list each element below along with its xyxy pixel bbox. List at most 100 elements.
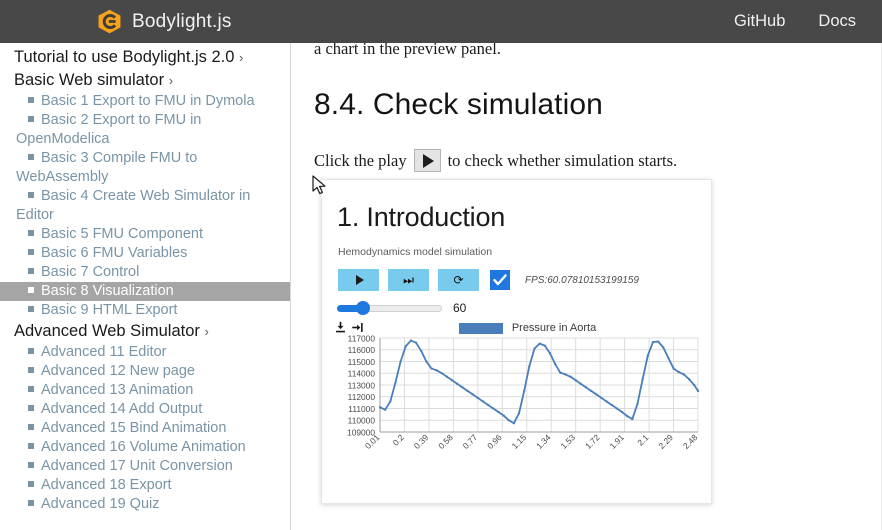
sidebar-item-label: Basic 3 Compile FMU to WebAssembly xyxy=(16,150,198,185)
refresh-icon: ⟳ xyxy=(453,273,464,287)
header-nav: GitHub Docs xyxy=(734,12,856,31)
svg-text:117000: 117000 xyxy=(348,334,376,343)
page-title: 8.4. Check simulation xyxy=(314,88,603,121)
sidebar-item-advanced-14[interactable]: Advanced 14 Add Output xyxy=(0,400,290,419)
play-button[interactable] xyxy=(338,269,379,291)
svg-text:113000: 113000 xyxy=(348,380,376,390)
fps-readout: FPS:60.07810153199159 xyxy=(525,274,639,286)
svg-text:0.58: 0.58 xyxy=(436,432,455,451)
svg-text:112000: 112000 xyxy=(348,392,376,402)
sidebar-item-advanced-17[interactable]: Advanced 17 Unit Conversion xyxy=(0,457,290,476)
brand-name: Bodylight.js xyxy=(132,10,232,32)
bullet-icon xyxy=(28,268,34,274)
sidebar-caption-label: Basic Web simulator xyxy=(14,71,165,89)
svg-text:111000: 111000 xyxy=(348,404,375,414)
sidebar-item-label: Advanced 13 Animation xyxy=(41,382,194,398)
sidebar-caption-basic[interactable]: Basic Web simulator › xyxy=(0,69,290,92)
nav-link-docs[interactable]: Docs xyxy=(818,12,856,31)
step-forward-icon: ⏭ xyxy=(403,273,414,287)
sidebar-item-label: Basic 4 Create Web Simulator in Editor xyxy=(16,188,251,223)
step-button[interactable]: ⏭ xyxy=(388,269,429,291)
sidebar-item-basic-1[interactable]: Basic 1 Export to FMU in Dymola xyxy=(0,92,290,111)
chart-plot: 109000 110000 111000 112000 113000 114000 1150… xyxy=(322,334,711,469)
mouse-pointer xyxy=(312,175,326,195)
reset-button[interactable]: ⟳ xyxy=(438,269,479,291)
svg-text:0.2: 0.2 xyxy=(391,432,407,448)
chevron-right-icon: › xyxy=(204,324,209,339)
instruction-suffix: to check whether simulation starts. xyxy=(447,150,678,170)
sidebar-item-advanced-16[interactable]: Advanced 16 Volume Animation xyxy=(0,438,290,457)
sidebar-item-label: Advanced 12 New page xyxy=(41,363,195,379)
sidebar-item-advanced-19[interactable]: Advanced 19 Quiz xyxy=(0,495,290,514)
bullet-icon xyxy=(28,500,34,506)
sidebar-caption-advanced[interactable]: Advanced Web Simulator › xyxy=(0,320,290,343)
sidebar-nav[interactable]: Tutorial to use Bodylight.js 2.0 › Basic… xyxy=(0,43,291,530)
speed-slider[interactable] xyxy=(337,301,442,315)
page-root: Bodylight.js GitHub Docs Tutorial to use… xyxy=(0,0,882,530)
sidebar-caption-tutorial[interactable]: Tutorial to use Bodylight.js 2.0 › xyxy=(0,46,290,69)
sidebar-item-label: Advanced 18 Export xyxy=(41,477,172,493)
svg-text:0.77: 0.77 xyxy=(461,432,480,451)
chart-legend: Pressure in Aorta xyxy=(322,322,711,334)
sidebar-item-basic-6[interactable]: Basic 6 FMU Variables xyxy=(0,244,290,263)
sidebar-item-label: Advanced 15 Bind Animation xyxy=(41,420,227,436)
truncated-paragraph: a chart in the preview panel. xyxy=(314,43,501,58)
sidebar-item-label: Advanced 11 Editor xyxy=(41,344,167,360)
fps-checkbox[interactable] xyxy=(490,270,510,290)
sidebar-item-advanced-11[interactable]: Advanced 11 Editor xyxy=(0,343,290,362)
sidebar-item-basic-4[interactable]: Basic 4 Create Web Simulator in Editor xyxy=(0,187,290,225)
main-content: a chart in the preview panel. 8.4. Check… xyxy=(292,43,882,530)
sidebar-item-basic-9[interactable]: Basic 9 HTML Export xyxy=(0,301,290,320)
line-chart-svg: 1090001100001110001120001130001140001150… xyxy=(347,334,700,451)
sidebar-item-label: Advanced 19 Quiz xyxy=(41,496,160,512)
sidebar-item-basic-3[interactable]: Basic 3 Compile FMU to WebAssembly xyxy=(0,149,290,187)
checkmark-icon xyxy=(493,274,507,286)
simulator-controls: ⏭ ⟳ FPS:60.07810153199159 xyxy=(322,258,711,291)
svg-text:1.72: 1.72 xyxy=(583,432,602,451)
bullet-icon xyxy=(28,348,34,354)
legend-swatch xyxy=(458,322,503,334)
svg-text:0.39: 0.39 xyxy=(412,432,431,451)
bullet-icon xyxy=(28,462,34,468)
sidebar-item-basic-7[interactable]: Basic 7 Control xyxy=(0,263,290,282)
simulator-preview-card: 1. Introduction Hemodynamics model simul… xyxy=(321,179,712,504)
instruction-paragraph: Click the play to check whether simulati… xyxy=(292,149,882,172)
speed-slider-row: 60 xyxy=(322,291,711,315)
nav-link-github[interactable]: GitHub xyxy=(734,12,785,31)
brand[interactable]: Bodylight.js xyxy=(96,8,232,35)
svg-text:1.34: 1.34 xyxy=(534,432,553,451)
sidebar-item-label: Advanced 16 Volume Animation xyxy=(41,439,246,455)
svg-text:2.48: 2.48 xyxy=(681,432,700,451)
sidebar-caption-label: Tutorial to use Bodylight.js 2.0 xyxy=(14,48,235,66)
sidebar-item-advanced-15[interactable]: Advanced 15 Bind Animation xyxy=(0,419,290,438)
sidebar-item-advanced-13[interactable]: Advanced 13 Animation xyxy=(0,381,290,400)
sidebar-item-basic-5[interactable]: Basic 5 FMU Component xyxy=(0,225,290,244)
instruction-prefix: Click the play xyxy=(314,150,407,170)
slider-thumb[interactable] xyxy=(356,301,370,315)
chevron-right-icon: › xyxy=(168,73,174,88)
svg-text:110000: 110000 xyxy=(348,416,376,426)
sidebar-caption-label: Advanced Web Simulator xyxy=(14,322,200,340)
bullet-icon xyxy=(28,230,34,236)
svg-text:2.29: 2.29 xyxy=(656,432,675,451)
bullet-icon xyxy=(28,306,34,312)
legend-label: Pressure in Aorta xyxy=(511,322,597,334)
sidebar-item-basic-8[interactable]: Basic 8 Visualization xyxy=(0,282,290,301)
play-icon xyxy=(355,275,364,285)
svg-text:1.91: 1.91 xyxy=(607,432,626,451)
bullet-icon xyxy=(28,367,34,373)
sidebar-item-label: Basic 8 Visualization xyxy=(41,283,174,299)
site-header: Bodylight.js GitHub Docs xyxy=(0,0,882,43)
sidebar-item-label: Basic 7 Control xyxy=(41,264,140,280)
sidebar-item-advanced-12[interactable]: Advanced 12 New page xyxy=(0,362,290,381)
bullet-icon xyxy=(28,481,34,487)
svg-text:1.53: 1.53 xyxy=(559,432,578,451)
chart-container: Pressure in Aorta 109000 110000 111000 1120… xyxy=(322,322,711,482)
slider-value: 60 xyxy=(453,301,467,315)
simulator-subtitle: Hemodynamics model simulation xyxy=(338,246,493,258)
sidebar-item-label: Basic 2 Export to FMU in OpenModelica xyxy=(16,112,202,147)
sidebar-item-basic-2[interactable]: Basic 2 Export to FMU in OpenModelica xyxy=(0,111,290,149)
sidebar-item-advanced-18[interactable]: Advanced 18 Export xyxy=(0,476,290,495)
sidebar-item-label: Basic 1 Export to FMU in Dymola xyxy=(41,93,255,109)
svg-text:1.15: 1.15 xyxy=(510,432,529,451)
